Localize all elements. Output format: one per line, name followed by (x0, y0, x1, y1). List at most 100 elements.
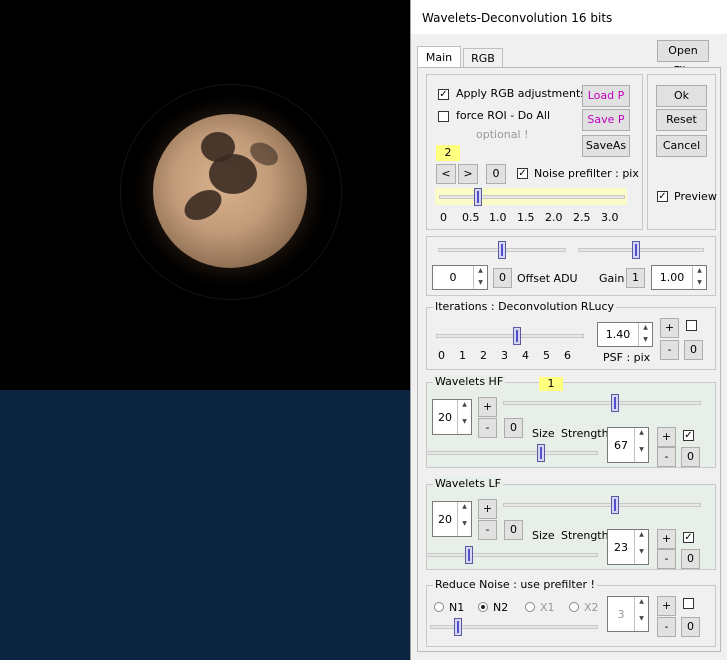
hf-strength-slider-thumb[interactable] (611, 394, 619, 412)
noise-radio-n1[interactable] (434, 602, 444, 612)
spin-arrows[interactable]: ▲ ▼ (634, 597, 648, 631)
lf-size-slider-thumb[interactable] (465, 546, 473, 564)
lf-strength-minus-button[interactable]: - (657, 549, 676, 569)
noise-slider-thumb[interactable] (454, 618, 462, 636)
prefilter-tick: 0.5 (462, 211, 480, 224)
noise-zero-button[interactable]: 0 (681, 617, 700, 637)
step-badge: 2 (436, 145, 460, 161)
noise-spinbox[interactable]: 3 ▲ ▼ (607, 596, 649, 632)
settings-group: ✓ Apply RGB adjustments force ROI - Do A… (426, 74, 643, 230)
cancel-button[interactable]: Cancel (656, 135, 707, 157)
spin-arrows[interactable]: ▲ ▼ (638, 323, 652, 346)
prefilter-slider-thumb[interactable] (474, 188, 482, 206)
hf-size-zero-button[interactable]: 0 (504, 418, 523, 438)
gain-slider-thumb[interactable] (632, 241, 640, 259)
noise-value: 3 (617, 607, 625, 621)
reduce-noise-group: Reduce Noise : use prefilter ! N1 N2 X1 … (426, 578, 716, 647)
noise-radio-x2[interactable] (569, 602, 579, 612)
hf-size-minus-button[interactable]: - (478, 418, 497, 438)
offset-spinbox[interactable]: 0 ▲ ▼ (432, 265, 488, 290)
open-file-button[interactable]: Open File (657, 40, 709, 77)
iterations-tick: 5 (543, 349, 550, 362)
lf-size-slider-track[interactable] (426, 553, 598, 557)
hf-size-slider-track[interactable] (426, 451, 598, 455)
lf-strength-slider-track[interactable] (503, 503, 701, 507)
iterations-checkbox[interactable] (686, 320, 697, 331)
hf-strength-spinbox[interactable]: 67 ▲ ▼ (607, 427, 649, 463)
spin-arrows[interactable]: ▲ ▼ (634, 428, 648, 462)
prefilter-slider-track[interactable] (439, 195, 625, 199)
tab-main[interactable]: Main (417, 46, 461, 68)
wavelets-lf-group: Wavelets LF 20 ▲ ▼ + - 0 Size Strength 23… (426, 477, 716, 570)
hf-strength-slider-track[interactable] (503, 401, 701, 405)
noise-option-label: X2 (584, 601, 599, 614)
previous-button[interactable]: < (436, 164, 456, 184)
noise-radio-n2[interactable] (478, 602, 488, 612)
save-as-button[interactable]: SaveAs (582, 135, 630, 157)
psf-zero-button[interactable]: 0 (684, 340, 703, 360)
preview-image-area (0, 0, 412, 390)
reset-zero-button[interactable]: 0 (486, 164, 506, 184)
hf-strength-plus-button[interactable]: + (657, 427, 676, 447)
iterations-tick: 6 (564, 349, 571, 362)
hf-size-spinbox[interactable]: 20 ▲ ▼ (432, 399, 472, 435)
noise-enable-checkbox[interactable] (683, 598, 694, 609)
noise-radio-x1[interactable] (525, 602, 535, 612)
ok-button[interactable]: Ok (656, 85, 707, 107)
main-panel: ✓ Apply RGB adjustments force ROI - Do A… (417, 67, 721, 652)
lf-size-spinbox[interactable]: 20 ▲ ▼ (432, 501, 472, 537)
lf-size-zero-button[interactable]: 0 (504, 520, 523, 540)
spin-arrows[interactable]: ▲ ▼ (692, 266, 706, 289)
force-roi-checkbox[interactable] (438, 111, 449, 122)
offset-zero-button[interactable]: 0 (493, 268, 512, 288)
hf-badge: 1 (539, 377, 563, 391)
hf-size-plus-button[interactable]: + (478, 397, 497, 417)
save-preset-button[interactable]: Save P (582, 109, 630, 131)
noise-option-label: N2 (493, 601, 509, 614)
hf-strength-minus-button[interactable]: - (657, 447, 676, 467)
preview-checkbox[interactable]: ✓ (657, 191, 668, 202)
prefilter-tick: 2.5 (573, 211, 591, 224)
noise-minus-button[interactable]: - (657, 617, 676, 637)
iterations-group: Iterations : Deconvolution RLucy 0 1 2 3… (426, 300, 716, 370)
hf-enable-checkbox[interactable]: ✓ (683, 430, 694, 441)
gain-spinbox[interactable]: 1.00 ▲ ▼ (651, 265, 707, 290)
hf-size-value: 20 (438, 410, 452, 424)
spin-arrows[interactable]: ▲ ▼ (457, 502, 471, 536)
hf-size-slider-thumb[interactable] (537, 444, 545, 462)
apply-rgb-label: Apply RGB adjustments (456, 87, 587, 100)
psf-plus-button[interactable]: + (660, 318, 679, 338)
iterations-tick: 3 (501, 349, 508, 362)
gain-slider-track[interactable] (578, 248, 704, 252)
psf-minus-button[interactable]: - (660, 340, 679, 360)
spin-arrows[interactable]: ▲ ▼ (457, 400, 471, 434)
load-preset-button[interactable]: Load P (582, 85, 630, 107)
spin-arrows[interactable]: ▲ ▼ (634, 530, 648, 564)
title-bar: Wavelets-Deconvolution 16 bits (411, 0, 727, 34)
iterations-slider-track[interactable] (436, 334, 584, 338)
noise-plus-button[interactable]: + (657, 596, 676, 616)
spin-arrows[interactable]: ▲ ▼ (473, 266, 487, 289)
lf-strength-plus-button[interactable]: + (657, 529, 676, 549)
offset-slider-thumb[interactable] (498, 241, 506, 259)
force-roi-label: force ROI - Do All (456, 109, 551, 122)
wavelets-lf-title: Wavelets LF (433, 477, 504, 490)
next-button[interactable]: > (458, 164, 478, 184)
planet-image (153, 114, 307, 268)
lf-strength-spinbox[interactable]: 23 ▲ ▼ (607, 529, 649, 565)
gain-one-button[interactable]: 1 (626, 268, 645, 288)
lf-size-plus-button[interactable]: + (478, 499, 497, 519)
apply-rgb-checkbox[interactable]: ✓ (438, 89, 449, 100)
hf-strength-zero-button[interactable]: 0 (681, 447, 700, 467)
tab-rgb[interactable]: RGB (463, 48, 503, 68)
iterations-slider-thumb[interactable] (513, 327, 521, 345)
reset-button[interactable]: Reset (656, 109, 707, 131)
psf-spinbox[interactable]: 1.40 ▲ ▼ (597, 322, 653, 347)
gain-label: Gain (599, 272, 625, 285)
lf-size-minus-button[interactable]: - (478, 520, 497, 540)
lf-strength-zero-button[interactable]: 0 (681, 549, 700, 569)
window-title: Wavelets-Deconvolution 16 bits (422, 11, 613, 25)
noise-prefilter-checkbox[interactable]: ✓ (517, 168, 528, 179)
lf-enable-checkbox[interactable]: ✓ (683, 532, 694, 543)
lf-strength-slider-thumb[interactable] (611, 496, 619, 514)
